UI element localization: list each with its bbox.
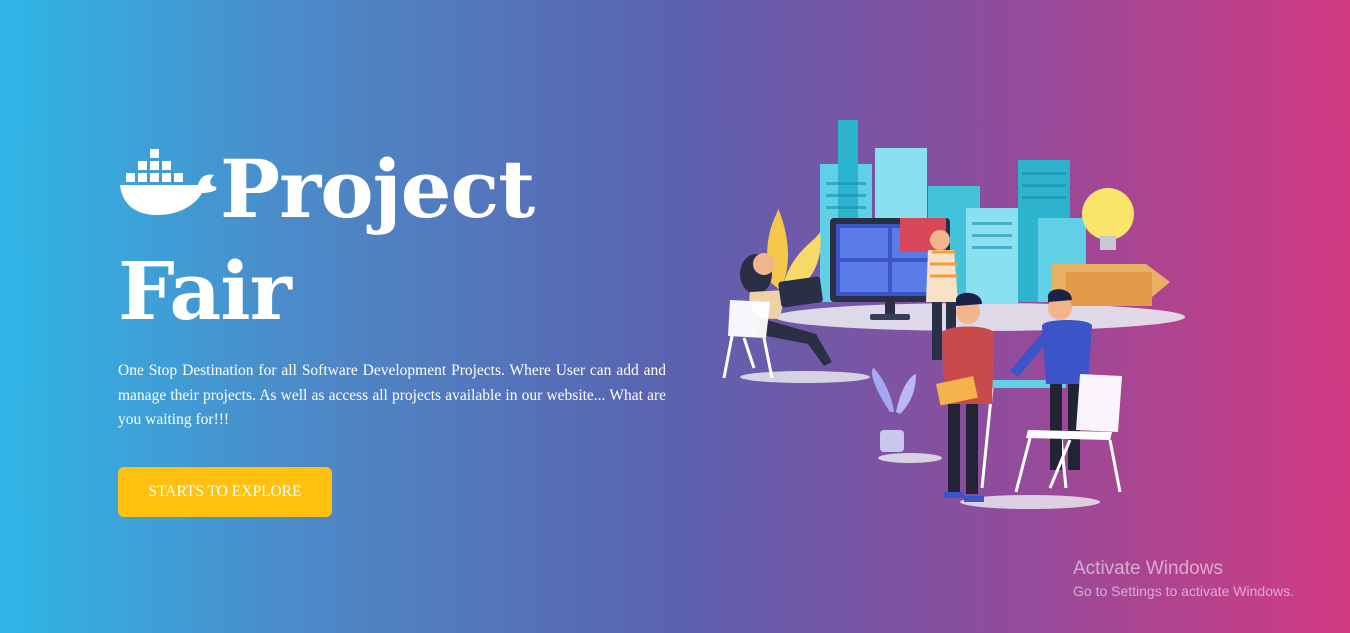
activation-title: Activate Windows: [1073, 558, 1223, 579]
team-collaboration-illustration: [722, 120, 1185, 509]
docker-whale-icon: [120, 149, 217, 215]
activation-subtitle: Go to Settings to activate Windows.: [1073, 583, 1294, 599]
brand-title-row: Project: [118, 145, 678, 229]
start-explore-button[interactable]: STARTS TO EXPLORE: [118, 467, 332, 517]
hero-tagline: One Stop Destination for all Software De…: [118, 362, 666, 428]
page-title-line-1: Project: [220, 142, 535, 236]
page-title-line-2: Fair: [118, 244, 292, 338]
windows-activation-watermark: Activate Windows Go to Settings to activ…: [1073, 558, 1294, 601]
hero-section: Project Fair One Stop Destination for al…: [118, 145, 678, 517]
